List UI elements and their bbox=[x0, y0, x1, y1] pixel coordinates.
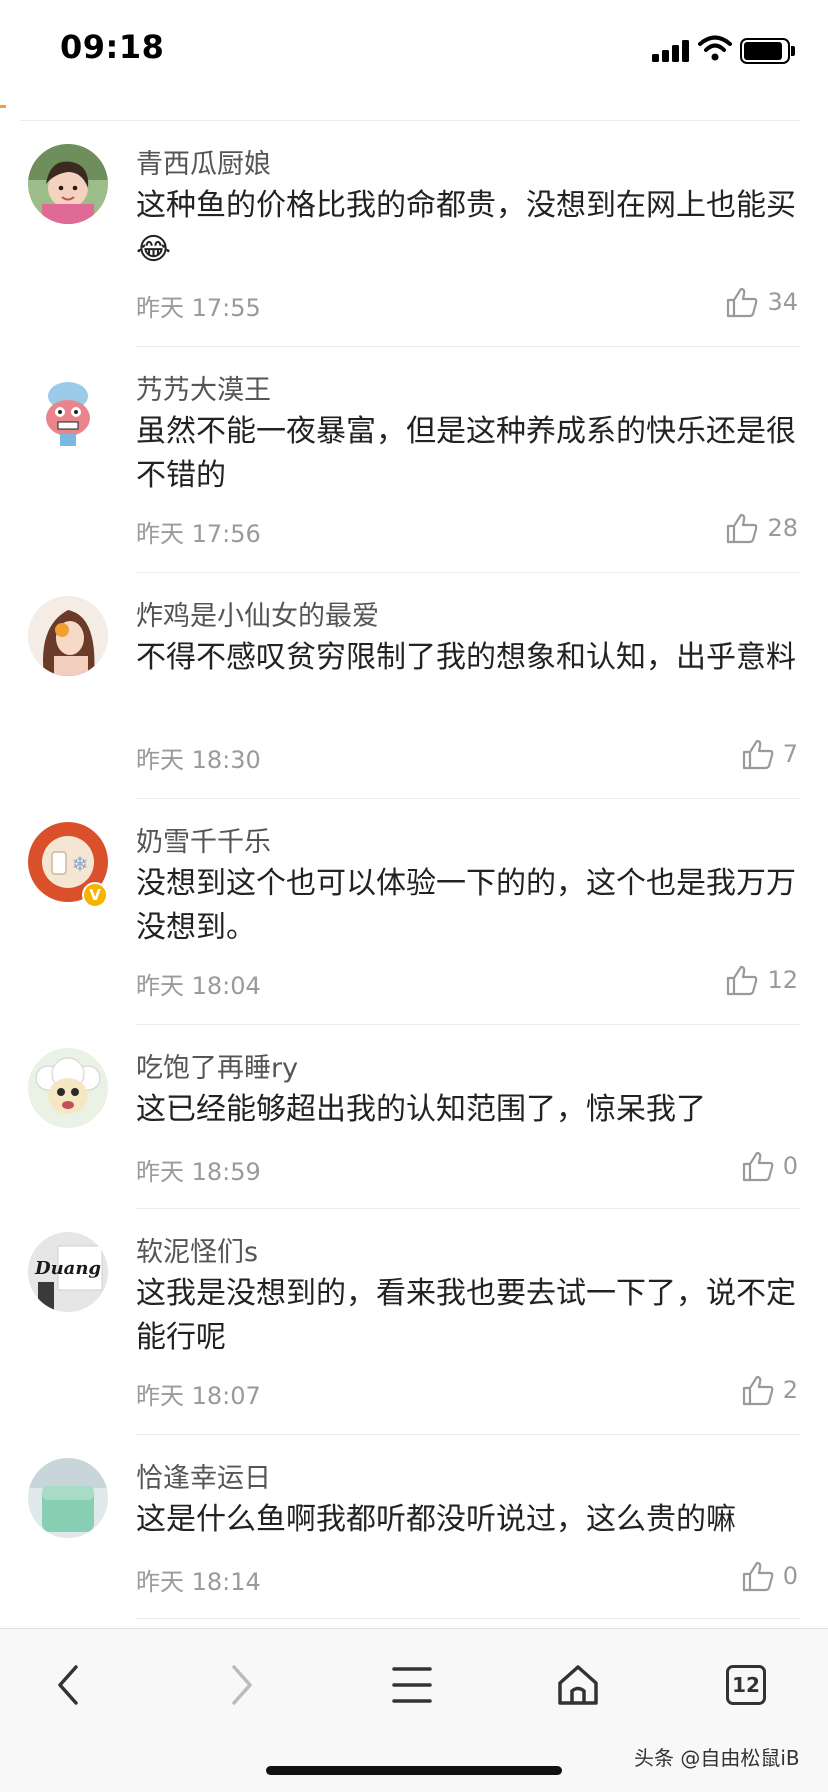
like-button[interactable]: 2 bbox=[741, 1374, 798, 1406]
like-count: 0 bbox=[782, 1562, 798, 1590]
avatar[interactable] bbox=[28, 1458, 108, 1538]
comment-username[interactable]: 恰逢幸运日 bbox=[136, 1456, 271, 1495]
like-button[interactable]: 0 bbox=[741, 1150, 798, 1182]
like-count: 28 bbox=[767, 514, 798, 542]
menu-button[interactable] bbox=[382, 1655, 442, 1715]
comment-username[interactable]: 软泥怪们s bbox=[136, 1230, 258, 1269]
accent-mark bbox=[0, 105, 6, 108]
comment-username[interactable]: 吃饱了再睡ry bbox=[136, 1046, 298, 1085]
comment-username[interactable]: 炸鸡是小仙女的最爱 bbox=[136, 594, 379, 633]
menu-icon bbox=[392, 1667, 432, 1703]
like-button[interactable]: 12 bbox=[725, 964, 798, 996]
forward-button[interactable] bbox=[210, 1655, 270, 1715]
divider bbox=[136, 572, 800, 573]
home-icon bbox=[558, 1665, 598, 1705]
thumbs-up-icon bbox=[742, 1561, 774, 1592]
comment-item: 艿艿大漠王 虽然不能一夜暴富，但是这种养成系的快乐还是很不错的 昨天 17:56… bbox=[0, 348, 828, 574]
home-indicator[interactable] bbox=[266, 1766, 562, 1775]
comment-text: 这我是没想到的，看来我也要去试一下了，说不定能行呢 bbox=[136, 1276, 796, 1355]
divider bbox=[136, 1208, 800, 1209]
divider bbox=[136, 1618, 800, 1619]
comment-text: 这是什么鱼啊我都听都没听说过，这么贵的嘛 bbox=[136, 1502, 736, 1537]
thumbs-up-icon bbox=[727, 965, 758, 996]
like-count: 0 bbox=[782, 1152, 798, 1180]
thumbs-up-icon bbox=[727, 287, 758, 318]
chevron-right-icon bbox=[232, 1665, 252, 1705]
thumbs-up-icon bbox=[742, 739, 774, 770]
comment-time: 昨天 17:56 bbox=[136, 520, 261, 548]
divider bbox=[136, 1434, 800, 1435]
thumbs-up-icon bbox=[742, 1375, 774, 1406]
status-bar: 09:18 bbox=[0, 0, 828, 100]
comment-item: 青西瓜厨娘 这种鱼的价格比我的命都贵，没想到在网上也能买😂 昨天 17:55 3… bbox=[0, 122, 828, 348]
avatar-text: Duang bbox=[34, 1258, 101, 1279]
comment-text: 不得不感叹贫穷限制了我的想象和认知，出乎意料 bbox=[136, 640, 796, 675]
watermark: 头条 @自由松鼠iB bbox=[634, 1746, 800, 1770]
like-count: 2 bbox=[782, 1376, 798, 1404]
avatar[interactable]: Duang bbox=[28, 1232, 108, 1312]
laughing-emoji-icon: 😂 bbox=[136, 232, 172, 267]
divider bbox=[136, 346, 800, 347]
comment-text: 没想到这个也可以体验一下的的，这个也是我万万没想到。 bbox=[136, 866, 796, 945]
divider bbox=[136, 1024, 800, 1025]
avatar[interactable] bbox=[28, 144, 108, 224]
svg-text:❄: ❄ bbox=[72, 852, 89, 876]
comment-item: ❄ V 奶雪千千乐 没想到这个也可以体验一下的的，这个也是我万万没想到。 昨天 … bbox=[0, 800, 828, 1026]
thumbs-up-icon bbox=[742, 1151, 774, 1182]
battery-icon bbox=[740, 38, 796, 64]
home-button[interactable] bbox=[548, 1655, 608, 1715]
divider bbox=[20, 120, 800, 121]
back-button[interactable] bbox=[40, 1655, 100, 1715]
wifi-icon bbox=[698, 34, 732, 62]
comment-username[interactable]: 奶雪千千乐 bbox=[136, 820, 271, 859]
comment-item: 恰逢幸运日 这是什么鱼啊我都听都没听说过，这么贵的嘛 昨天 18:14 0 bbox=[0, 1436, 828, 1620]
status-time: 09:18 bbox=[60, 28, 165, 66]
comment-time: 昨天 18:04 bbox=[136, 972, 261, 1000]
avatar[interactable] bbox=[28, 1048, 108, 1128]
comment-username[interactable]: 艿艿大漠王 bbox=[136, 368, 271, 407]
comment-time: 昨天 17:55 bbox=[136, 294, 261, 322]
thumbs-up-icon bbox=[727, 513, 758, 544]
like-button[interactable]: 0 bbox=[741, 1560, 798, 1592]
comment-text: 虽然不能一夜暴富，但是这种养成系的快乐还是很不错的 bbox=[136, 414, 796, 493]
comment-username[interactable]: 青西瓜厨娘 bbox=[136, 142, 271, 181]
comment-item: 炸鸡是小仙女的最爱 不得不感叹贫穷限制了我的想象和认知，出乎意料 昨天 18:3… bbox=[0, 574, 828, 800]
divider bbox=[136, 798, 800, 799]
tabs-button[interactable]: 12 bbox=[716, 1655, 776, 1715]
comment-time: 昨天 18:07 bbox=[136, 1382, 261, 1410]
like-count: 34 bbox=[767, 288, 798, 316]
like-button[interactable]: 34 bbox=[725, 286, 798, 318]
chevron-left-icon bbox=[58, 1665, 78, 1705]
comment-time: 昨天 18:30 bbox=[136, 746, 261, 774]
comment-text: 这已经能够超出我的认知范围了，惊呆我了 bbox=[136, 1092, 706, 1127]
tabs-count: 12 bbox=[726, 1665, 766, 1705]
comment-time: 昨天 18:14 bbox=[136, 1568, 261, 1596]
screen: 09:18 青西瓜厨娘 这种鱼的价格比我的命都贵，没想到在网上也能买😂 昨天 1… bbox=[0, 0, 828, 1792]
comment-item: Duang 软泥怪们s 这我是没想到的，看来我也要去试一下了，说不定能行呢 昨天… bbox=[0, 1210, 828, 1436]
comment-time: 昨天 18:59 bbox=[136, 1158, 261, 1186]
like-count: 7 bbox=[782, 740, 798, 768]
comment-text: 这种鱼的价格比我的命都贵，没想到在网上也能买😂 bbox=[136, 188, 796, 267]
like-button[interactable]: 28 bbox=[725, 512, 798, 544]
like-button[interactable]: 7 bbox=[741, 738, 798, 770]
avatar[interactable] bbox=[28, 370, 108, 450]
avatar[interactable] bbox=[28, 596, 108, 676]
verified-badge-icon: V bbox=[82, 882, 108, 908]
cellular-signal-icon bbox=[652, 40, 690, 62]
comment-item: 吃饱了再睡ry 这已经能够超出我的认知范围了，惊呆我了 昨天 18:59 0 bbox=[0, 1026, 828, 1210]
like-count: 12 bbox=[767, 966, 798, 994]
